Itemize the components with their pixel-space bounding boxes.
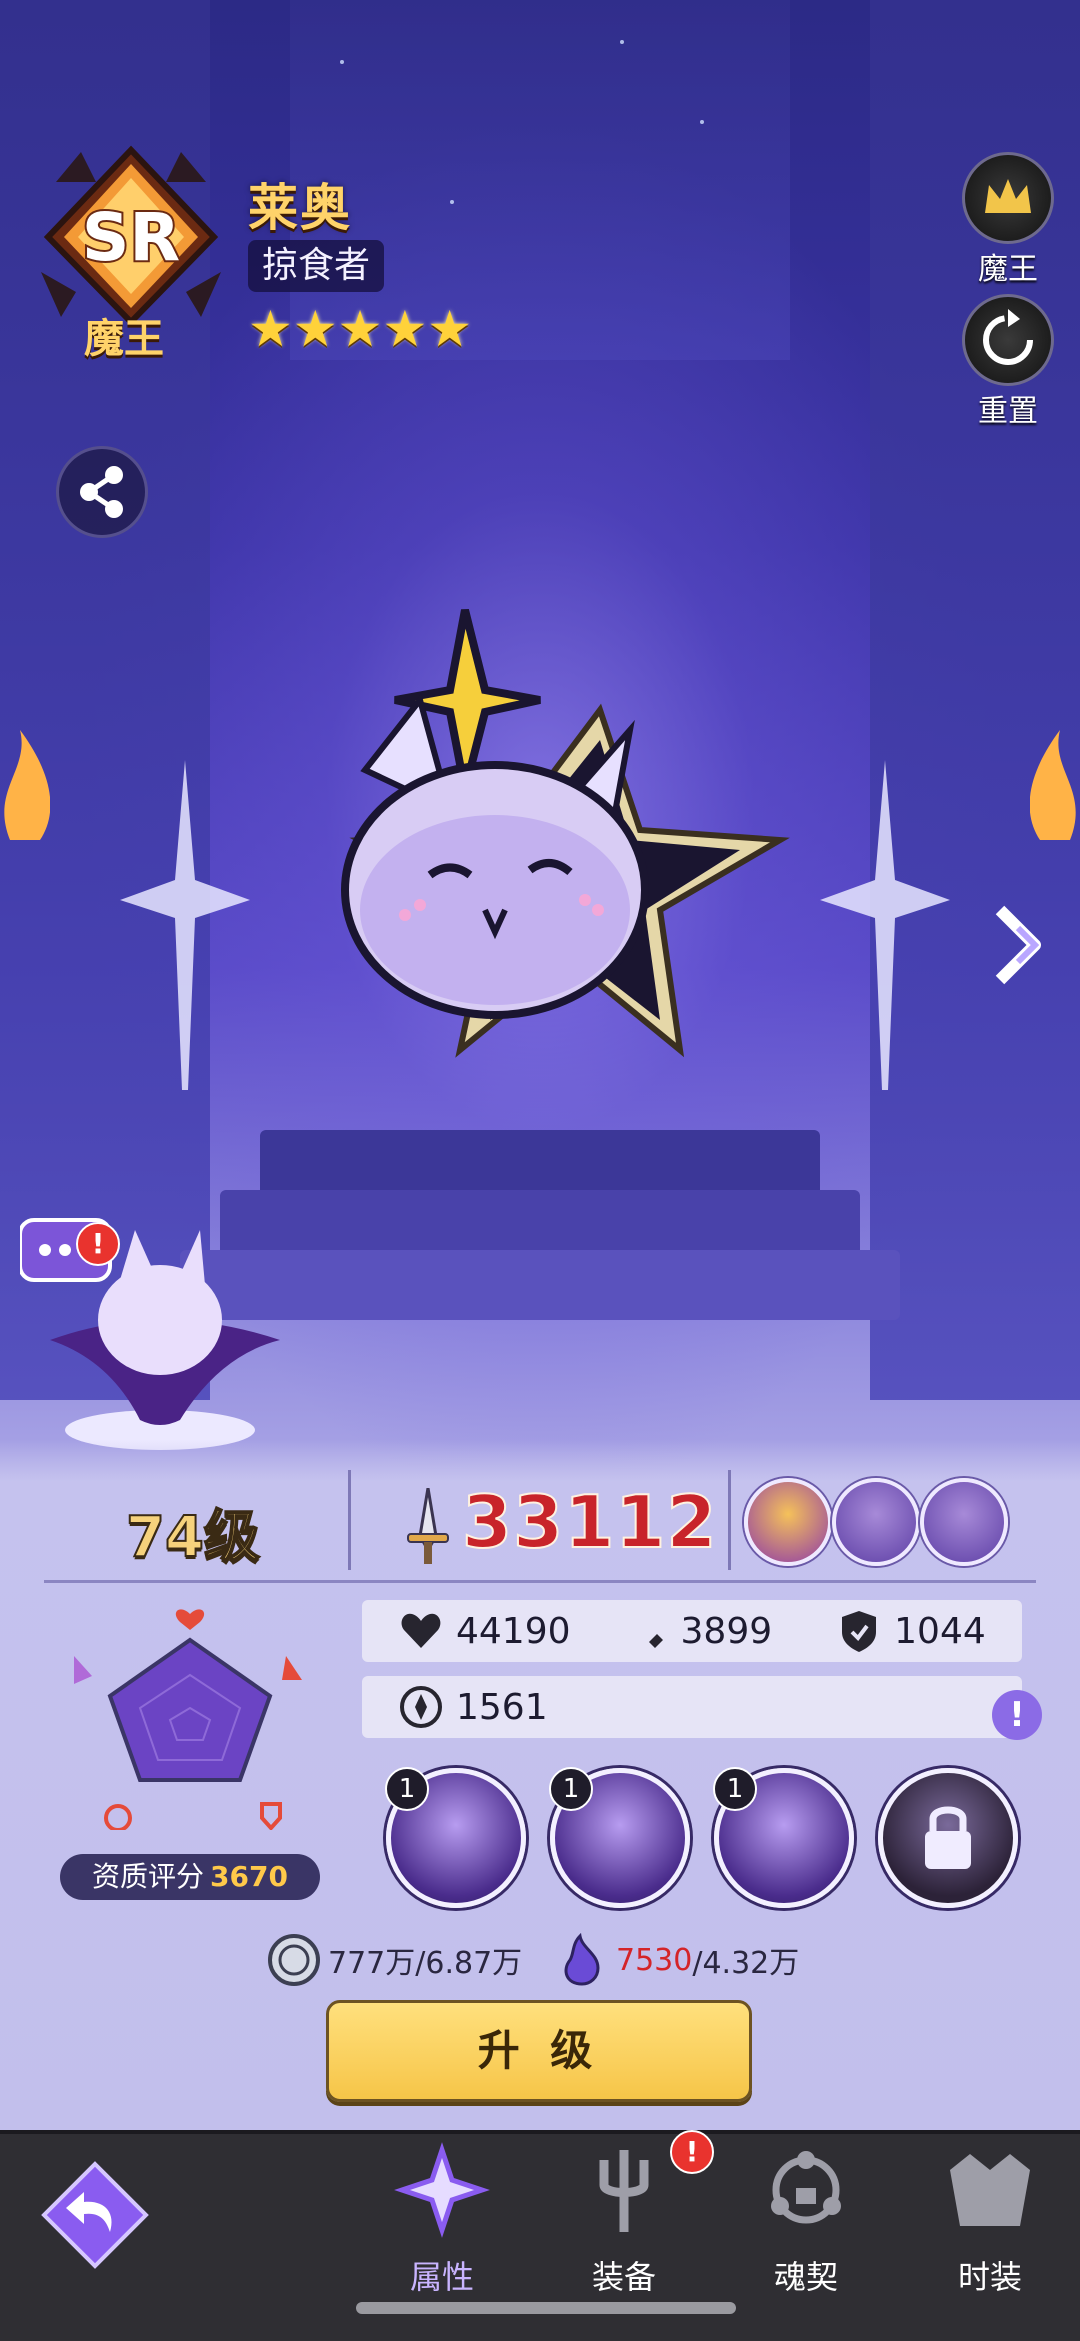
skill-slot-3[interactable]: 1 bbox=[713, 1767, 854, 1908]
element-mystery-icon[interactable] bbox=[832, 1478, 920, 1566]
sparkle bbox=[450, 200, 454, 204]
sparkle bbox=[700, 120, 704, 124]
character-level: 74级 bbox=[125, 1504, 261, 1571]
tab-soul-contract[interactable]: 魂契 bbox=[736, 2140, 876, 2298]
lock-icon bbox=[925, 1806, 971, 1869]
reset-button[interactable]: 重置 bbox=[962, 294, 1054, 430]
rank-label: 魔王 bbox=[84, 316, 164, 362]
combat-power: 33112 bbox=[461, 1479, 718, 1565]
attack-value: 3899 bbox=[680, 1610, 773, 1652]
sword-power-icon bbox=[407, 1488, 449, 1564]
reset-label: 重置 bbox=[978, 394, 1038, 429]
skill-slot-2[interactable]: 1 bbox=[549, 1767, 690, 1908]
soul-need-value: /4.32万 bbox=[692, 1946, 800, 1981]
silver-coin-icon bbox=[268, 1934, 320, 1986]
star-icons: ★★★★★ bbox=[248, 300, 473, 358]
home-indicator bbox=[356, 2302, 736, 2314]
speed-stat: 1561 bbox=[398, 1684, 548, 1730]
sword-icon bbox=[626, 1612, 663, 1648]
sparkle bbox=[340, 60, 344, 64]
crown-icon bbox=[962, 152, 1054, 244]
companion-pet[interactable] bbox=[20, 1190, 290, 1450]
tab-costume[interactable]: 时装 bbox=[920, 2140, 1060, 2298]
demon-king-button[interactable]: 魔王 bbox=[962, 152, 1054, 288]
soul-have-value: 7530 bbox=[616, 1942, 693, 1978]
divider bbox=[348, 1470, 351, 1570]
element-chaos-icon[interactable] bbox=[744, 1478, 832, 1566]
coin-cost-value: 777万/6.87万 bbox=[328, 1946, 523, 1981]
flame-icon bbox=[1030, 730, 1076, 840]
demon-king-label: 魔王 bbox=[978, 252, 1038, 287]
tab-label: 装备 bbox=[591, 2258, 656, 2296]
aptitude-score: 资质评分 3670 bbox=[60, 1854, 320, 1900]
aptitude-value: 3670 bbox=[210, 1860, 288, 1893]
skill-level-badge: 1 bbox=[385, 1767, 429, 1811]
element-flame-icon[interactable] bbox=[920, 1478, 1008, 1566]
hp-value: 44190 bbox=[456, 1610, 571, 1652]
next-character-arrow-icon[interactable] bbox=[990, 900, 1050, 990]
skill-slot-1[interactable]: 1 bbox=[385, 1767, 526, 1908]
character-illustration bbox=[341, 609, 790, 1058]
tab-label: 时装 bbox=[957, 2258, 1022, 2296]
tab-attributes[interactable]: 属性 bbox=[372, 2140, 512, 2298]
back-button[interactable] bbox=[40, 2160, 150, 2270]
character-name: 莱奥 bbox=[248, 179, 352, 237]
reset-icon bbox=[962, 294, 1054, 386]
attribute-info-button[interactable]: ! bbox=[992, 1690, 1042, 1740]
speed-value: 1561 bbox=[456, 1686, 548, 1728]
tab-label: 魂契 bbox=[773, 2258, 838, 2296]
aptitude-radar-chart bbox=[74, 1609, 302, 1830]
attribute-row-1: 44190 3899 1044 bbox=[362, 1600, 1022, 1662]
heart-icon bbox=[401, 1613, 441, 1648]
chat-alert-badge: ! bbox=[76, 1222, 120, 1266]
divider bbox=[728, 1470, 731, 1570]
skill-slot-locked[interactable] bbox=[878, 1768, 1018, 1908]
character-title: 掠食者 bbox=[248, 240, 385, 292]
svg-text:SR: SR bbox=[82, 199, 180, 276]
soul-cost: 7530/4.32万 bbox=[554, 1932, 799, 1988]
tab-label: 属性 bbox=[409, 2258, 474, 2296]
costume-icon bbox=[950, 2154, 1030, 2226]
upgrade-button[interactable]: 升 级 bbox=[326, 2000, 752, 2102]
share-icon bbox=[80, 466, 123, 518]
equipment-alert-badge: ! bbox=[670, 2130, 714, 2174]
shield-icon bbox=[842, 1611, 877, 1652]
coin-cost: 777万/6.87万 bbox=[266, 1932, 522, 1988]
compass-icon bbox=[400, 1686, 442, 1728]
share-button[interactable] bbox=[56, 446, 148, 538]
aptitude-label: 资质评分 bbox=[92, 1860, 205, 1893]
sword-decoration bbox=[120, 760, 250, 1090]
flame-icon bbox=[4, 730, 50, 840]
skill-level-badge: 1 bbox=[713, 1767, 757, 1811]
attribute-row-2: 1561 bbox=[362, 1676, 1022, 1738]
defense-stat: 1044 bbox=[836, 1608, 986, 1654]
hp-stat: 44190 bbox=[398, 1608, 571, 1654]
soul-flame-icon bbox=[564, 1932, 600, 1986]
trident-icon bbox=[599, 2150, 649, 2232]
star-rating: ★★★★★ bbox=[248, 302, 472, 356]
defense-value: 1044 bbox=[894, 1610, 986, 1652]
sparkle bbox=[620, 40, 624, 44]
soul-contract-icon bbox=[771, 2151, 841, 2224]
attributes-icon bbox=[394, 2142, 490, 2238]
divider-horizontal bbox=[44, 1580, 1036, 1583]
attack-stat: 3899 bbox=[623, 1608, 773, 1654]
skill-level-badge: 1 bbox=[549, 1767, 593, 1811]
